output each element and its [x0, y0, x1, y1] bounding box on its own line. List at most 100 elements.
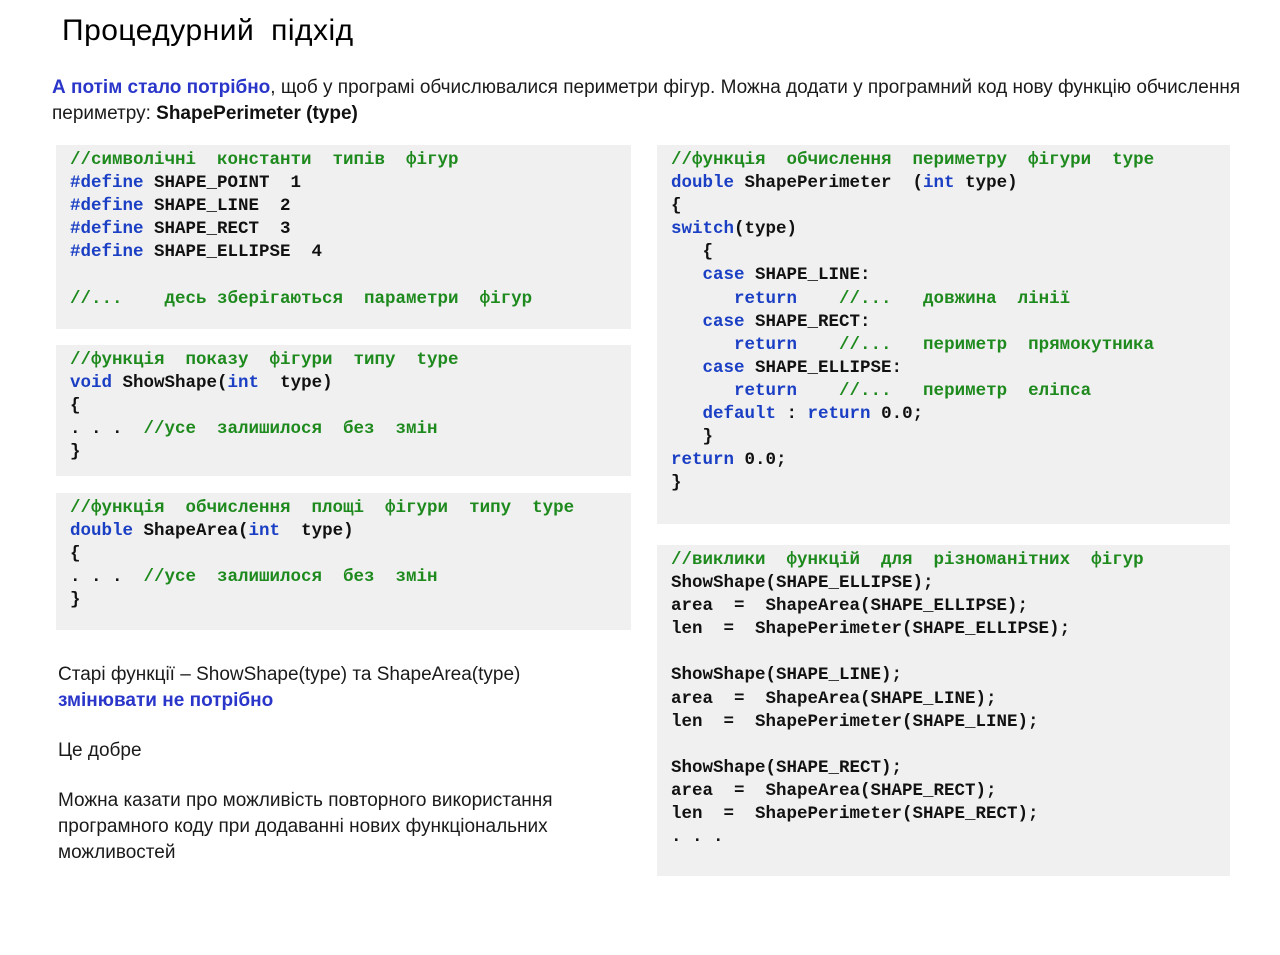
- code-token-plain: ShapeArea(: [133, 521, 249, 542]
- code-token-kw: double: [70, 521, 134, 542]
- code-token-plain: area = ShapeArea(SHAPE_RECT);: [671, 780, 997, 801]
- code-token-plain: (type): [734, 219, 798, 240]
- code-token-kw: void: [70, 373, 113, 394]
- code-token-kw: case: [671, 357, 745, 378]
- code-token-kw: int: [227, 373, 260, 394]
- code-token-plain: . . .: [70, 419, 144, 440]
- code-token-comment: //символічні константи типів фігур: [70, 150, 459, 170]
- code-line: }: [70, 441, 631, 464]
- code-token-kw: double: [671, 173, 735, 194]
- page-title: Процедурний підхід: [62, 14, 354, 47]
- code-line: //виклики функцій для різноманітних фігу…: [671, 549, 1230, 572]
- code-token-kw: #define: [70, 196, 144, 217]
- code-block-calls: //виклики функцій для різноманітних фігу…: [657, 545, 1230, 876]
- code-token-kw: return: [671, 450, 735, 471]
- code-token-plain: {: [70, 544, 81, 565]
- code-line: }: [70, 589, 631, 612]
- code-token-plain: {: [70, 396, 81, 417]
- note-unchanged-functions: Старі функції – ShowShape(type) та Shape…: [58, 662, 638, 714]
- code-token-plain: SHAPE_LINE 2: [143, 196, 291, 217]
- code-block-show-shape: //функція показу фігури типу type void Sh…: [56, 345, 631, 476]
- code-line: ShowShape(SHAPE_ELLIPSE);: [671, 572, 1230, 595]
- code-token-kw: #define: [70, 219, 144, 240]
- note-old-functions-text: Старі функції – ShowShape(type) та Shape…: [58, 664, 521, 685]
- notes: Старі функції – ShowShape(type) та Shape…: [58, 662, 638, 890]
- code-token-comment: //... довжина лінії: [839, 288, 1071, 309]
- note-code-reuse: Можна казати про можливість повторного в…: [58, 790, 553, 863]
- code-token-plain: ShowShape(: [112, 373, 228, 394]
- code-token-plain: :: [776, 404, 808, 425]
- code-token-kw: return: [807, 404, 871, 425]
- code-token-plain: 0.0;: [734, 450, 787, 471]
- code-line: . . . //усе залишилося без змін: [70, 566, 631, 589]
- code-token-plain: }: [70, 442, 81, 463]
- code-token-kw: case: [671, 265, 745, 286]
- code-line: //символічні константи типів фігур: [70, 149, 631, 172]
- code-token-plain: area = ShapeArea(SHAPE_LINE);: [671, 688, 997, 709]
- code-line: {: [70, 395, 631, 418]
- code-token-plain: . . .: [70, 567, 144, 588]
- code-token-comment: //... периметр еліпса: [839, 380, 1092, 401]
- code-line: return //... периметр прямокутника: [671, 334, 1230, 357]
- code-line: double ShapeArea(int type): [70, 520, 631, 543]
- code-line: ShowShape(SHAPE_LINE);: [671, 664, 1230, 687]
- code-token-plain: }: [70, 590, 81, 611]
- code-line: #define SHAPE_ELLIPSE 4: [70, 241, 631, 264]
- code-token-comment: //усе залишилося без змін: [143, 419, 438, 440]
- code-line: ShowShape(SHAPE_RECT);: [671, 757, 1230, 780]
- code-token-plain: ShowShape(SHAPE_LINE);: [671, 665, 903, 686]
- code-token-kw: #define: [70, 242, 144, 263]
- code-line: {: [70, 543, 631, 566]
- code-token-plain: len = ShapePerimeter(SHAPE_RECT);: [671, 804, 1039, 825]
- code-token-comment: //функція обчислення площі фігури типу t…: [70, 498, 575, 518]
- code-token-plain: SHAPE_RECT:: [744, 311, 871, 332]
- code-token-kw: return: [671, 334, 798, 355]
- code-token-plain: type): [280, 521, 354, 542]
- code-line: default : return 0.0;: [671, 403, 1230, 426]
- code-block-constants: //символічні константи типів фігур #defin…: [56, 145, 631, 329]
- code-token-kw: return: [671, 288, 798, 309]
- code-token-plain: type): [954, 173, 1018, 194]
- code-line: //... десь зберігаються параметри фігур: [70, 288, 631, 311]
- code-token-plain: {: [671, 196, 682, 217]
- code-line: len = ShapePerimeter(SHAPE_RECT);: [671, 803, 1230, 826]
- note-good: Це добре: [58, 740, 142, 761]
- code-line: return 0.0;: [671, 449, 1230, 472]
- code-token-plain: }: [671, 473, 682, 494]
- code-line: //функція обчислення площі фігури типу t…: [70, 497, 631, 520]
- code-line: double ShapePerimeter (int type): [671, 172, 1230, 195]
- code-token-kw: case: [671, 311, 745, 332]
- code-line: #define SHAPE_POINT 1: [70, 172, 631, 195]
- code-token-plain: len = ShapePerimeter(SHAPE_ELLIPSE);: [671, 619, 1071, 640]
- code-line: void ShowShape(int type): [70, 372, 631, 395]
- code-token-comment: //... десь зберігаються параметри фігур: [70, 288, 533, 309]
- code-token-comment: //усе залишилося без змін: [143, 567, 438, 588]
- code-line: case SHAPE_ELLIPSE:: [671, 357, 1230, 380]
- code-token-plain: SHAPE_LINE:: [744, 265, 871, 286]
- intro-highlight: А потім стало потрібно: [52, 77, 271, 98]
- code-token-plain: ShapePerimeter (: [734, 173, 924, 194]
- code-token-comment: //функція обчислення периметру фігури ty…: [671, 150, 1155, 170]
- code-token-comment: //... периметр прямокутника: [839, 334, 1155, 355]
- code-token-kw: int: [248, 521, 281, 542]
- code-line: #define SHAPE_RECT 3: [70, 218, 631, 241]
- code-token-plain: SHAPE_ELLIPSE 4: [143, 242, 323, 263]
- code-token-plain: type): [259, 373, 333, 394]
- code-token-comment: //виклики функцій для різноманітних фігу…: [671, 550, 1144, 570]
- code-line: return //... периметр еліпса: [671, 380, 1230, 403]
- code-line: area = ShapeArea(SHAPE_RECT);: [671, 780, 1230, 803]
- intro-function-name: ShapePerimeter (type): [156, 103, 358, 124]
- code-line: . . .: [671, 826, 1230, 849]
- code-line: . . . //усе залишилося без змін: [70, 418, 631, 441]
- note-no-change-highlight: змінювати не потрібно: [58, 690, 274, 711]
- code-line: switch(type): [671, 218, 1230, 241]
- intro-paragraph: А потім стало потрібно, щоб у програмі о…: [52, 75, 1252, 127]
- code-token-plain: ShowShape(SHAPE_RECT);: [671, 757, 903, 778]
- code-line: len = ShapePerimeter(SHAPE_LINE);: [671, 711, 1230, 734]
- code-token-kw: #define: [70, 173, 144, 194]
